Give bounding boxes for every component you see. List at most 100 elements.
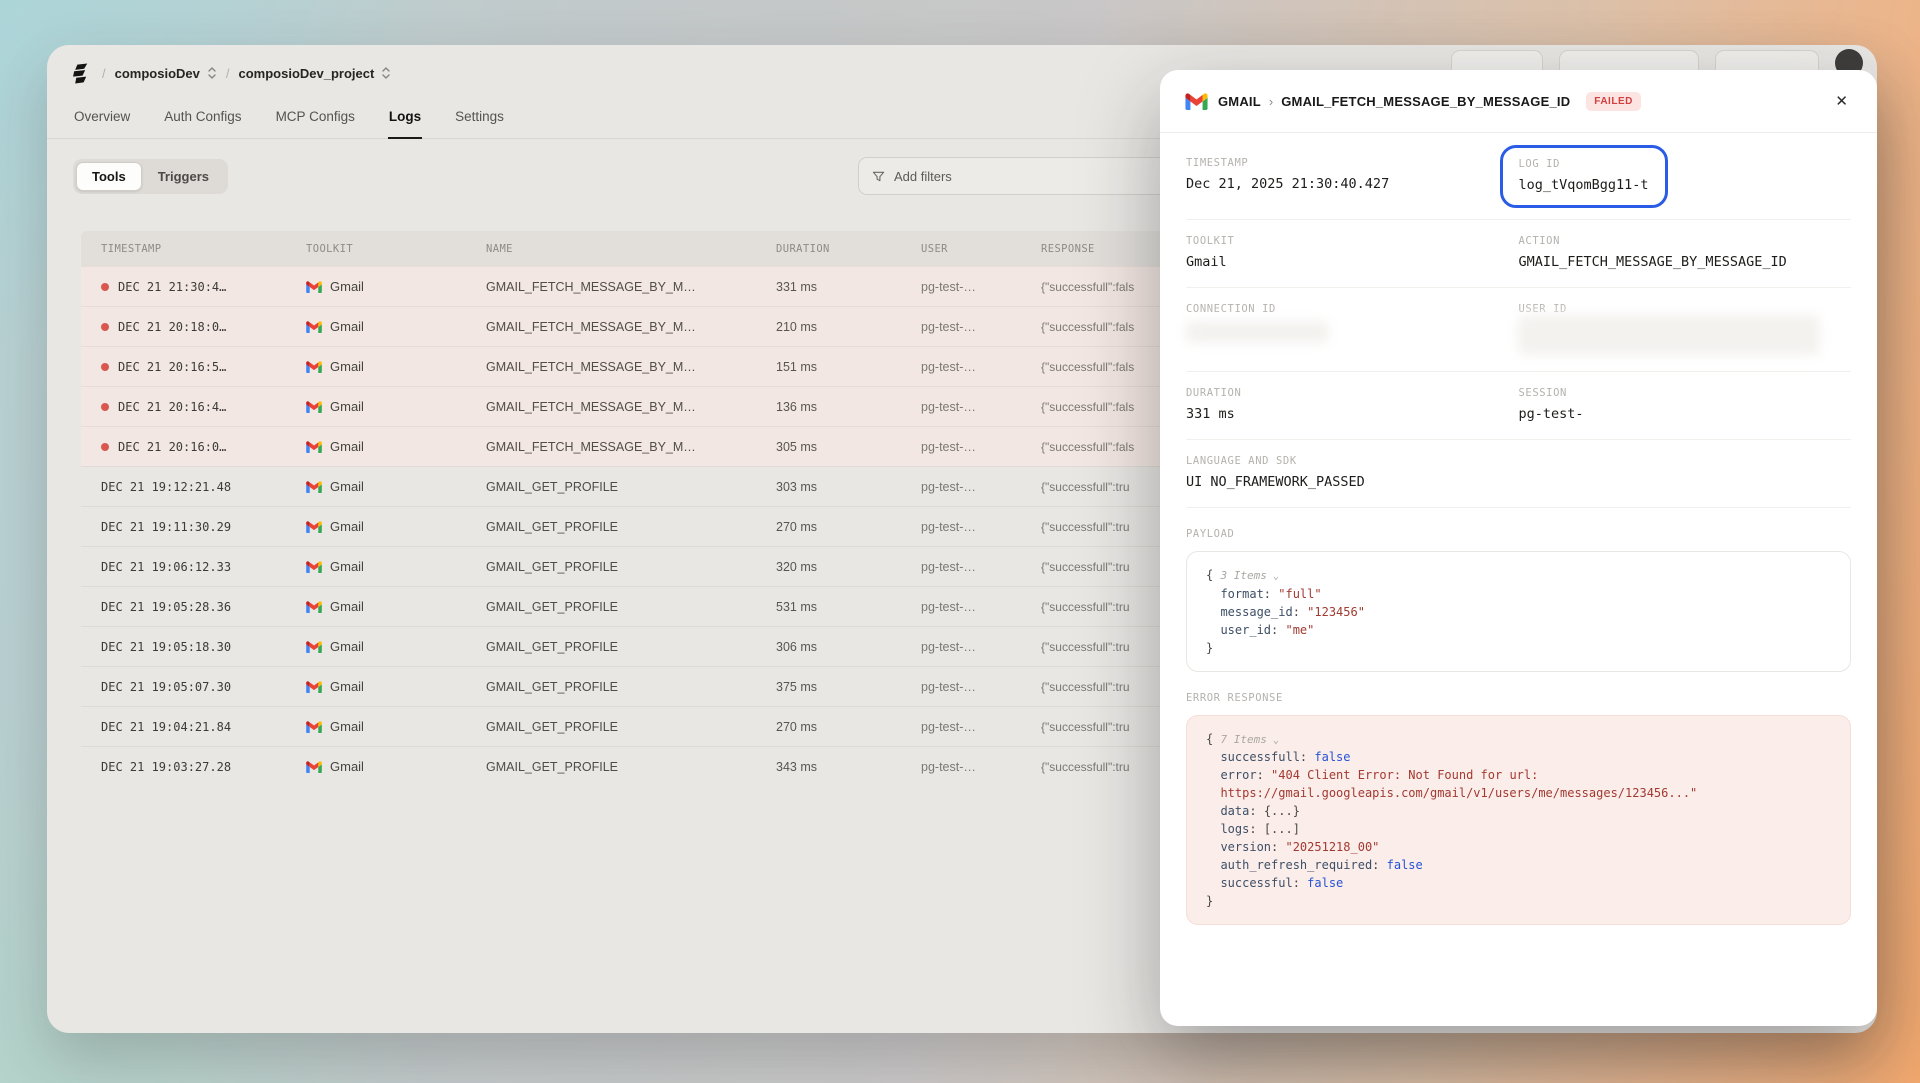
row-duration: 531 ms bbox=[756, 600, 901, 614]
row-toolkit: Gmail bbox=[330, 519, 364, 534]
row-action-name: GMAIL_GET_PROFILE bbox=[466, 560, 756, 574]
row-action-name: GMAIL_GET_PROFILE bbox=[466, 520, 756, 534]
field-log-id: LOG ID log_tVqomBgg11-t bbox=[1519, 158, 1649, 193]
row-user: pg-test-… bbox=[901, 760, 1021, 774]
chevron-down-icon[interactable]: ⌄ bbox=[1267, 571, 1279, 582]
row-action-name: GMAIL_GET_PROFILE bbox=[466, 760, 756, 774]
tab-settings[interactable]: Settings bbox=[454, 100, 505, 139]
chevron-down-icon[interactable]: ⌄ bbox=[1267, 735, 1279, 746]
row-action-name: GMAIL_GET_PROFILE bbox=[466, 480, 756, 494]
row-duration: 270 ms bbox=[756, 720, 901, 734]
row-timestamp: DEC 21 19:05:28.36 bbox=[101, 600, 231, 614]
gmail-icon bbox=[306, 641, 322, 653]
tab-logs[interactable]: Logs bbox=[388, 100, 422, 139]
row-user: pg-test-… bbox=[901, 400, 1021, 414]
gmail-icon bbox=[306, 401, 322, 413]
failed-status-dot-icon bbox=[101, 443, 109, 451]
row-duration: 305 ms bbox=[756, 440, 901, 454]
row-duration: 320 ms bbox=[756, 560, 901, 574]
row-timestamp: DEC 21 19:12:21.48 bbox=[101, 480, 231, 494]
row-timestamp: DEC 21 19:04:21.84 bbox=[101, 720, 231, 734]
failed-status-dot-icon bbox=[101, 323, 109, 331]
row-duration: 343 ms bbox=[756, 760, 901, 774]
field-user-id: USER ID bbox=[1519, 303, 1852, 354]
row-user: pg-test-… bbox=[901, 520, 1021, 534]
row-user: pg-test-… bbox=[901, 720, 1021, 734]
row-duration: 331 ms bbox=[756, 280, 901, 294]
row-duration: 210 ms bbox=[756, 320, 901, 334]
row-timestamp: DEC 21 19:03:27.28 bbox=[101, 760, 231, 774]
row-toolkit: Gmail bbox=[330, 359, 364, 374]
row-action-name: GMAIL_FETCH_MESSAGE_BY_M… bbox=[466, 360, 756, 374]
payload-json-viewer: { 3 Items ⌄ format: "full" message_id: "… bbox=[1186, 551, 1851, 672]
payload-section-label: PAYLOAD bbox=[1186, 528, 1851, 540]
gmail-icon bbox=[306, 721, 322, 733]
col-duration: DURATION bbox=[756, 243, 901, 255]
panel-action-name: GMAIL_FETCH_MESSAGE_BY_MESSAGE_ID bbox=[1281, 94, 1570, 109]
row-timestamp: DEC 21 20:18:0… bbox=[118, 320, 226, 334]
row-timestamp: DEC 21 19:06:12.33 bbox=[101, 560, 231, 574]
row-timestamp: DEC 21 19:11:30.29 bbox=[101, 520, 231, 534]
field-action: ACTION GMAIL_FETCH_MESSAGE_BY_MESSAGE_ID bbox=[1519, 235, 1852, 270]
gmail-icon bbox=[1185, 93, 1208, 110]
row-toolkit: Gmail bbox=[330, 479, 364, 494]
tab-overview[interactable]: Overview bbox=[73, 100, 131, 139]
row-action-name: GMAIL_FETCH_MESSAGE_BY_M… bbox=[466, 400, 756, 414]
row-toolkit: Gmail bbox=[330, 679, 364, 694]
close-icon[interactable]: ✕ bbox=[1831, 90, 1852, 112]
tab-mcp-configs[interactable]: MCP Configs bbox=[275, 100, 356, 139]
redacted-value bbox=[1186, 322, 1328, 342]
failed-status-dot-icon bbox=[101, 363, 109, 371]
row-user: pg-test-… bbox=[901, 320, 1021, 334]
failed-status-dot-icon bbox=[101, 283, 109, 291]
row-toolkit: Gmail bbox=[330, 319, 364, 334]
redacted-value bbox=[1519, 316, 1819, 354]
row-user: pg-test-… bbox=[901, 560, 1021, 574]
row-duration: 303 ms bbox=[756, 480, 901, 494]
gmail-icon bbox=[306, 681, 322, 693]
gmail-icon bbox=[306, 321, 322, 333]
row-duration: 306 ms bbox=[756, 640, 901, 654]
row-action-name: GMAIL_FETCH_MESSAGE_BY_M… bbox=[466, 440, 756, 454]
chevron-updown-icon bbox=[207, 66, 217, 80]
gmail-icon bbox=[306, 601, 322, 613]
col-toolkit: TOOLKIT bbox=[286, 243, 466, 255]
segment-triggers[interactable]: Triggers bbox=[142, 162, 225, 191]
row-toolkit: Gmail bbox=[330, 759, 364, 774]
gmail-icon bbox=[306, 761, 322, 773]
project-switcher[interactable]: composioDev_project bbox=[239, 66, 392, 81]
error-response-json-viewer: { 7 Items ⌄ successfull: false error: "4… bbox=[1186, 715, 1851, 926]
org-switcher[interactable]: composioDev bbox=[115, 66, 217, 81]
row-action-name: GMAIL_FETCH_MESSAGE_BY_M… bbox=[466, 320, 756, 334]
row-user: pg-test-… bbox=[901, 440, 1021, 454]
row-timestamp: DEC 21 21:30:4… bbox=[118, 280, 226, 294]
composio-logo-icon[interactable] bbox=[71, 62, 93, 84]
tab-auth-configs[interactable]: Auth Configs bbox=[163, 100, 242, 139]
field-timestamp: TIMESTAMP Dec 21, 2025 21:30:40.427 bbox=[1186, 157, 1519, 192]
col-timestamp: TIMESTAMP bbox=[81, 243, 286, 255]
gmail-icon bbox=[306, 481, 322, 493]
panel-body: TIMESTAMP Dec 21, 2025 21:30:40.427 LOG … bbox=[1160, 133, 1877, 925]
row-timestamp: DEC 21 20:16:0… bbox=[118, 440, 226, 454]
chevron-updown-icon bbox=[381, 66, 391, 80]
field-connection-id: CONNECTION ID bbox=[1186, 303, 1519, 342]
chevron-right-icon: › bbox=[1269, 94, 1273, 109]
row-user: pg-test-… bbox=[901, 640, 1021, 654]
row-timestamp: DEC 21 19:05:18.30 bbox=[101, 640, 231, 654]
field-language-sdk: LANGUAGE AND SDK UI NO_FRAMEWORK_PASSED bbox=[1186, 455, 1851, 490]
segment-tools[interactable]: Tools bbox=[76, 162, 142, 191]
row-action-name: GMAIL_GET_PROFILE bbox=[466, 720, 756, 734]
log-id-highlight-box: LOG ID log_tVqomBgg11-t bbox=[1500, 145, 1668, 208]
row-toolkit: Gmail bbox=[330, 559, 364, 574]
col-user: USER bbox=[901, 243, 1021, 255]
row-duration: 270 ms bbox=[756, 520, 901, 534]
field-session: SESSION pg-test- bbox=[1519, 387, 1852, 422]
failed-status-dot-icon bbox=[101, 403, 109, 411]
gmail-icon bbox=[306, 281, 322, 293]
tools-triggers-segmented-control: Tools Triggers bbox=[73, 159, 228, 194]
row-duration: 375 ms bbox=[756, 680, 901, 694]
row-user: pg-test-… bbox=[901, 280, 1021, 294]
row-timestamp: DEC 21 19:05:07.30 bbox=[101, 680, 231, 694]
row-toolkit: Gmail bbox=[330, 719, 364, 734]
row-action-name: GMAIL_GET_PROFILE bbox=[466, 680, 756, 694]
